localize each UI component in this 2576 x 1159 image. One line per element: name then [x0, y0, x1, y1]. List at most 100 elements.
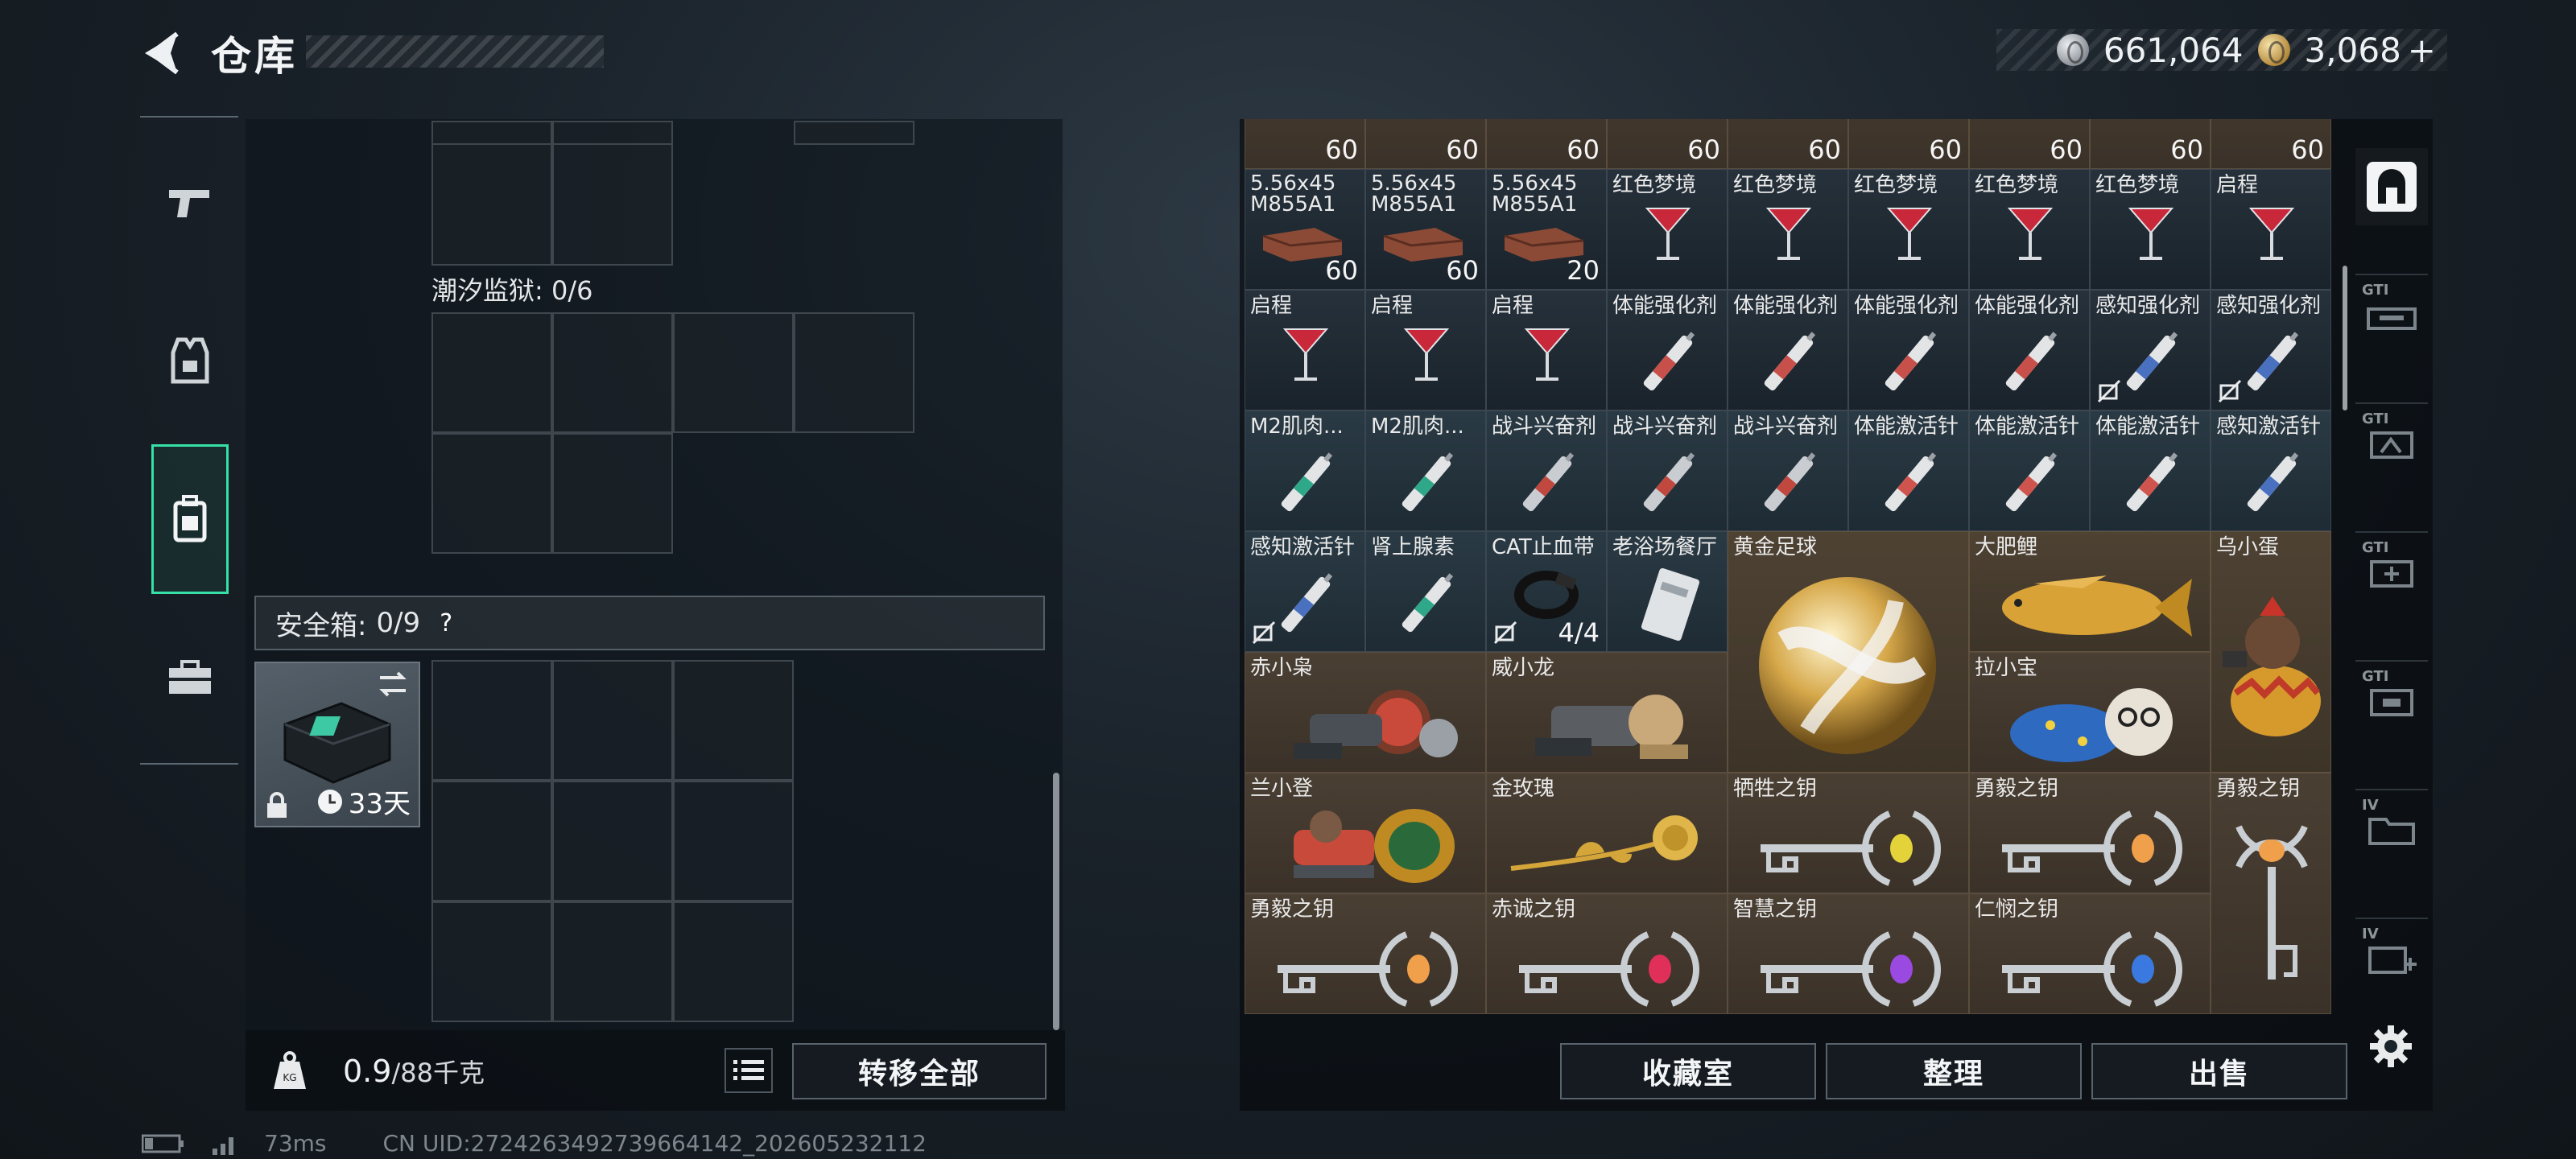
item-cell[interactable]: 60 — [2090, 119, 2211, 169]
prison-slot[interactable] — [431, 312, 552, 433]
safe-slot[interactable] — [431, 901, 552, 1022]
item-cell-large[interactable]: 兰小登 — [1245, 773, 1486, 893]
item-cell[interactable]: 体能强化剂 — [1728, 290, 1848, 410]
safe-slot[interactable] — [552, 781, 673, 901]
item-cell[interactable]: M2肌肉... — [1365, 410, 1486, 531]
sort-button[interactable]: 整理 — [1826, 1043, 2082, 1099]
item-cell[interactable]: 5.56x45 M855A1 60 — [1365, 169, 1486, 290]
item-cell[interactable]: CAT止血带 4/4 — [1486, 531, 1607, 652]
item-cell[interactable]: 5.56x45 M855A1 20 — [1486, 169, 1607, 290]
safe-slot[interactable] — [552, 901, 673, 1022]
item-cell[interactable]: 红色梦境 — [1848, 169, 1969, 290]
grid-slot[interactable] — [431, 143, 552, 266]
safe-slot[interactable] — [673, 901, 794, 1022]
item-cell[interactable]: 5.56x45 M855A1 60 — [1245, 169, 1365, 290]
item-cell[interactable]: 感知激活针 — [1245, 531, 1365, 652]
prison-slot[interactable] — [552, 312, 673, 433]
item-cell[interactable]: 感知强化剂 — [2211, 290, 2331, 410]
item-cell[interactable]: 60 — [1728, 119, 1848, 169]
item-cell[interactable]: 红色梦境 — [1607, 169, 1728, 290]
filter-tab-iv-2[interactable]: IV — [2355, 918, 2428, 995]
prison-slot[interactable] — [673, 312, 794, 433]
item-cell[interactable]: 红色梦境 — [2090, 169, 2211, 290]
filter-tab-all[interactable] — [2355, 148, 2428, 225]
item-cell-large[interactable]: 大肥鲤 — [1969, 531, 2211, 652]
item-cell-large[interactable]: 勇毅之钥 — [2211, 773, 2331, 1014]
item-cell-large[interactable]: 仁悯之钥 — [1969, 893, 2211, 1014]
item-cell[interactable]: 60 — [1848, 119, 1969, 169]
settings-button[interactable] — [2367, 1022, 2415, 1070]
safe-slot[interactable] — [552, 660, 673, 781]
item-cell-large[interactable]: 赤诚之钥 — [1486, 893, 1728, 1014]
item-cell-large[interactable]: 拉小宝 — [1969, 652, 2211, 773]
item-cell[interactable]: 体能激活针 — [1848, 410, 1969, 531]
item-cell[interactable]: 60 — [1607, 119, 1728, 169]
item-cell[interactable]: 战斗兴奋剂 — [1486, 410, 1607, 531]
item-cell[interactable]: M2肌肉... — [1245, 410, 1365, 531]
item-name: 老浴场餐厅 — [1612, 535, 1718, 559]
filter-tab-gti-2[interactable]: GTI — [2355, 402, 2428, 480]
tab-equipment[interactable] — [151, 322, 229, 399]
safe-slot[interactable] — [431, 781, 552, 901]
item-cell[interactable]: 60 — [2211, 119, 2331, 169]
item-cell[interactable]: 战斗兴奋剂 — [1607, 410, 1728, 531]
item-cell[interactable]: 老浴场餐厅 — [1607, 531, 1728, 652]
prison-slot[interactable] — [794, 312, 914, 433]
item-cell[interactable]: 红色梦境 — [1728, 169, 1848, 290]
grid-slot[interactable] — [431, 121, 552, 145]
item-cell[interactable]: 启程 — [1365, 290, 1486, 410]
item-cell[interactable]: 感知强化剂 — [2090, 290, 2211, 410]
sell-button[interactable]: 出售 — [2091, 1043, 2347, 1099]
item-cell[interactable]: 启程 — [2211, 169, 2331, 290]
prison-slot[interactable] — [552, 433, 673, 554]
item-cell-large[interactable]: 智慧之钥 — [1728, 893, 1969, 1014]
item-cell[interactable]: 红色梦境 — [1969, 169, 2090, 290]
filter-tab-gti-3[interactable]: GTI — [2355, 531, 2428, 608]
item-cell-large[interactable]: 牺牲之钥 — [1728, 773, 1969, 893]
item-cell[interactable]: 启程 — [1486, 290, 1607, 410]
safe-slot[interactable] — [431, 660, 552, 781]
item-cell[interactable]: 60 — [1486, 119, 1607, 169]
item-cell[interactable]: 体能强化剂 — [1848, 290, 1969, 410]
item-cell[interactable]: 体能激活针 — [2090, 410, 2211, 531]
item-cell-large[interactable]: 金玫瑰 — [1486, 773, 1728, 893]
warehouse-scrollbar[interactable] — [2343, 266, 2347, 410]
item-cell[interactable]: 战斗兴奋剂 — [1728, 410, 1848, 531]
item-cell[interactable]: 体能激活针 — [1969, 410, 2090, 531]
safe-slot[interactable] — [673, 781, 794, 901]
safe-box-card[interactable]: 33天 — [254, 662, 420, 827]
grid-slot[interactable] — [794, 121, 914, 145]
collection-room-button[interactable]: 收藏室 — [1560, 1043, 1816, 1099]
item-cell[interactable]: 体能强化剂 — [1607, 290, 1728, 410]
filter-tab-gti-1[interactable]: GTI — [2355, 274, 2428, 351]
item-cell-large[interactable]: 威小龙 — [1486, 652, 1728, 773]
tab-weapons[interactable] — [151, 164, 229, 241]
grid-slot[interactable] — [552, 143, 673, 266]
tab-toolbox[interactable] — [151, 639, 229, 716]
item-cell[interactable]: 感知激活针 — [2211, 410, 2331, 531]
item-cell[interactable]: 体能强化剂 — [1969, 290, 2090, 410]
item-cell[interactable]: 启程 — [1245, 290, 1365, 410]
item-cell[interactable]: 60 — [1365, 119, 1486, 169]
tab-warehouse[interactable] — [151, 444, 229, 594]
item-cell-large[interactable]: 勇毅之钥 — [1969, 773, 2211, 893]
item-cell-large[interactable]: 黄金足球 — [1728, 531, 1969, 773]
transfer-all-button[interactable]: 转移全部 — [792, 1043, 1046, 1099]
gold-add-button[interactable]: + — [2408, 31, 2436, 70]
prison-slot[interactable] — [431, 433, 552, 554]
filter-tab-iv-1[interactable]: IV — [2355, 789, 2428, 866]
cocktail-icon — [2007, 208, 2054, 260]
back-button[interactable] — [137, 27, 188, 79]
item-cell-large[interactable]: 乌小蛋 — [2211, 531, 2331, 773]
item-cell[interactable]: 肾上腺素 — [1365, 531, 1486, 652]
item-cell[interactable]: 60 — [1245, 119, 1365, 169]
help-button[interactable]: ? — [430, 607, 462, 639]
item-cell-large[interactable]: 勇毅之钥 — [1245, 893, 1486, 1014]
item-cell-large[interactable]: 赤小枭 — [1245, 652, 1486, 773]
item-cell[interactable]: 60 — [1969, 119, 2090, 169]
inventory-scrollbar[interactable] — [1053, 773, 1059, 1030]
list-view-button[interactable] — [724, 1048, 773, 1093]
filter-tab-gti-4[interactable]: GTI — [2355, 660, 2428, 737]
grid-slot[interactable] — [552, 121, 673, 145]
safe-slot[interactable] — [673, 660, 794, 781]
